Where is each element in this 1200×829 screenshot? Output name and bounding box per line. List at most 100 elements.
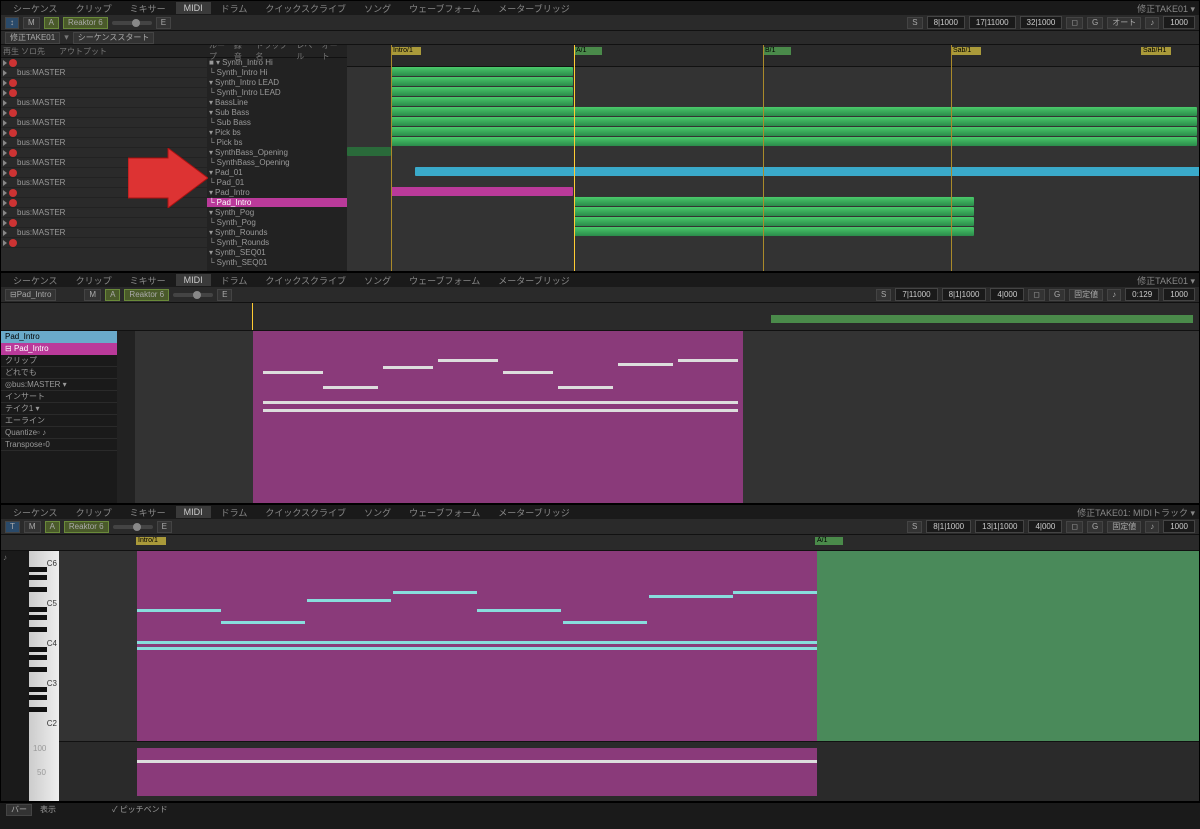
routing-row[interactable] [1,58,207,68]
zoom-slider[interactable] [112,21,152,25]
tab-clip[interactable]: クリップ [68,1,120,16]
playhead[interactable] [252,303,253,330]
plugin-reaktor[interactable]: Reaktor 6 [124,289,169,301]
tab-midi[interactable]: MIDI [176,274,211,286]
status-pitchbend[interactable]: ピッチベンド [120,805,168,814]
tab-quickscribe[interactable]: クイックスクライブ [257,1,354,16]
clip[interactable] [574,197,974,206]
tab-waveform[interactable]: ウェーブフォーム [401,505,488,520]
tab-midi[interactable]: MIDI [176,506,211,518]
routing-row[interactable]: bus:MASTER [1,98,207,108]
note-editor[interactable] [135,331,1199,503]
piano-keyboard[interactable] [117,331,135,503]
clip[interactable] [391,107,1197,116]
automation-button[interactable]: A [44,17,59,29]
routing-row[interactable] [1,88,207,98]
routing-row[interactable]: bus:MASTER [1,118,207,128]
midi-region-next[interactable] [817,551,1199,741]
clip[interactable] [574,227,974,236]
project-selector[interactable]: 修正TAKE01 [5,32,60,44]
bus-row[interactable]: ◎ bus:MASTER ▾ [1,379,117,391]
routing-row[interactable]: bus:MASTER [1,208,207,218]
track-row[interactable]: ▾ Sub Bass [207,108,347,118]
edit-button[interactable]: E [156,17,171,29]
note-icon[interactable]: ♪ [1145,17,1159,29]
track-row[interactable]: ▾ Pick bs [207,128,347,138]
insert-row[interactable]: インサート [1,391,117,403]
tool-arrow-button[interactable]: ↕ [5,17,19,29]
track-row[interactable]: ▾ Synth_SEQ01 [207,248,347,258]
track-row[interactable]: └ Synth_Pog [207,218,347,228]
clip[interactable] [391,97,573,106]
clip[interactable] [391,117,1197,126]
transport-pos-c[interactable]: 32|1000 [1020,16,1063,29]
clip[interactable] [391,77,573,86]
locator-line[interactable] [391,45,392,271]
tab-mixer[interactable]: ミキサー [122,273,174,288]
routing-row[interactable]: bus:MASTER [1,138,207,148]
grid-value[interactable]: 1000 [1163,520,1195,533]
track-tab[interactable]: ⊟ Pad_Intro [5,289,56,301]
play-icon[interactable] [3,60,7,66]
track-row[interactable]: ▾ Synth_Pog [207,208,347,218]
zoom-slider[interactable] [173,293,213,297]
quantize-row[interactable]: Quantize ▫ ♪ [1,427,117,439]
routing-row[interactable]: bus:MASTER [1,228,207,238]
tool-button[interactable]: T [5,521,20,533]
plugin-reaktor[interactable]: Reaktor 6 [64,521,109,533]
marker[interactable]: Sab/H1 [1141,47,1171,55]
edit-button[interactable]: E [157,521,172,533]
any-row[interactable]: どれでも [1,367,117,379]
note[interactable] [477,609,561,612]
tempo[interactable]: 0:129 [1125,288,1159,301]
tab-song[interactable]: ソング [356,1,399,16]
routing-row[interactable] [1,238,207,248]
clip[interactable] [574,207,974,216]
locator-line[interactable] [951,45,952,271]
tab-sequence[interactable]: シーケンス [5,1,66,16]
editor-title[interactable]: 修正TAKE01: MIDIトラック ▾ [1077,506,1195,519]
note[interactable] [137,641,817,644]
cc-region[interactable] [137,748,817,796]
note[interactable] [438,359,498,362]
track-row[interactable]: └ Synth_Intro LEAD [207,88,347,98]
transport-a[interactable]: 7|11000 [895,288,937,301]
marker[interactable]: A/1 [815,537,843,545]
note[interactable] [678,359,738,362]
grid-mode[interactable]: 固定値 [1107,521,1141,533]
note[interactable] [649,595,733,598]
cc-lane[interactable]: 100 50 [59,741,1199,801]
routing-row[interactable]: bus:MASTER [1,68,207,78]
note[interactable] [263,371,323,374]
tab-song[interactable]: ソング [356,505,399,520]
routing-row[interactable] [1,128,207,138]
tab-drum[interactable]: ドラム [213,505,256,520]
transport-pos-a[interactable]: 8|1000 [927,16,965,29]
marker[interactable]: Sab/1 [951,47,981,55]
clip[interactable] [391,87,573,96]
track-row[interactable]: ▾ BassLine [207,98,347,108]
overview-region[interactable] [771,315,1193,323]
track-row[interactable]: └ SynthBass_Opening [207,158,347,168]
tab-sequence[interactable]: シーケンス [5,505,66,520]
arrange-ruler[interactable]: Intro/1 A/1 B/1 Sab/1 Sab/H1 [347,45,1199,67]
track-row[interactable]: └ Synth_SEQ01 [207,258,347,268]
mid-ruler[interactable] [1,303,1199,331]
clip[interactable] [391,67,573,76]
marker[interactable]: Intro/1 [391,47,421,55]
tab-meterbridge[interactable]: メーターブリッジ [490,273,577,288]
note[interactable] [307,599,391,602]
clip[interactable] [391,127,1197,136]
note[interactable] [618,363,673,366]
line-row[interactable]: エーライン [1,415,117,427]
status-bar-button[interactable]: バー [6,804,32,816]
snap-toggle[interactable]: S [876,289,891,301]
marker[interactable]: A/1 [574,47,602,55]
note[interactable] [563,621,647,624]
note-icon[interactable]: ♪ [1107,289,1121,301]
track-row[interactable]: └ Sub Bass [207,118,347,128]
zoom-slider[interactable] [113,525,153,529]
arrange-timeline[interactable]: Intro/1 A/1 B/1 Sab/1 Sab/H1 [347,45,1199,271]
loop-button[interactable]: ◻ [1028,289,1045,301]
track-row-selected[interactable]: └ Pad_Intro [207,198,347,208]
